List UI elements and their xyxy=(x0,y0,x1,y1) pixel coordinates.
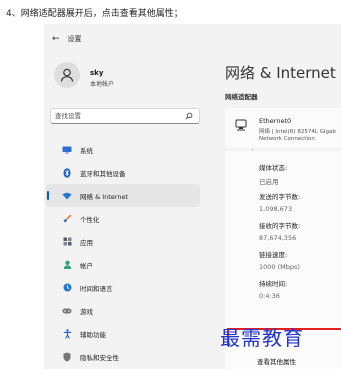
sidebar-item-label: 网络 & Internet xyxy=(80,192,129,201)
ethernet-icon xyxy=(235,119,247,131)
adapter-description: 网络 | Intel(R) 82574L Gigab xyxy=(259,129,336,135)
detail-label: 发送的字节数: xyxy=(259,193,301,201)
sidebar-item-label: 时间和语言 xyxy=(80,284,113,293)
section-heading: 网络适配器 xyxy=(225,93,258,101)
search-input[interactable] xyxy=(55,111,173,121)
avatar[interactable] xyxy=(54,62,80,88)
wifi-icon xyxy=(62,191,72,201)
sidebar-item-apps[interactable]: 应用 xyxy=(46,230,200,253)
bluetooth-icon xyxy=(62,167,72,178)
window-title: 设置 xyxy=(67,35,82,43)
sidebar-item-label: 蓝牙和其他设备 xyxy=(80,169,126,178)
watermark: 最需教育 xyxy=(220,326,304,350)
detail-label: 接收的字节数: xyxy=(259,222,301,230)
shield-icon xyxy=(62,352,72,362)
globe-clock-icon xyxy=(62,283,72,293)
back-arrow-icon[interactable]: ← xyxy=(52,34,60,44)
instruction-caption: 4、网络适配器展开后，点击查看其他属性； xyxy=(6,9,183,19)
detail-value: 已启用 xyxy=(259,178,279,186)
sidebar-item-label: 隐私和安全性 xyxy=(80,353,119,362)
user-icon xyxy=(60,68,74,82)
search-box[interactable] xyxy=(50,108,200,124)
sidebar-item-privacy[interactable]: 隐私和安全性 xyxy=(46,345,200,368)
apps-icon xyxy=(62,237,72,247)
sidebar-item-time-language[interactable]: 时间和语言 xyxy=(46,276,200,299)
sidebar-item-bluetooth[interactable]: 蓝牙和其他设备 xyxy=(46,161,200,184)
brush-icon xyxy=(62,214,72,224)
sidebar-item-system[interactable]: 系统 xyxy=(46,138,200,161)
adapter-card[interactable]: Ethernet0 网络 | Intel(R) 82574L Gigab Net… xyxy=(225,108,341,148)
detail-value: 0:4:36 xyxy=(259,292,280,300)
monitor-icon xyxy=(62,145,72,155)
sidebar-item-gaming[interactable]: 游戏 xyxy=(46,299,200,322)
adapter-name: Ethernet0 xyxy=(259,117,292,125)
detail-value: 1,098,673 xyxy=(259,205,293,213)
view-more-properties-link[interactable]: 查看其他属性 xyxy=(257,356,296,366)
sidebar-item-network[interactable]: 网络 & Internet xyxy=(46,184,200,207)
accessibility-icon xyxy=(62,328,72,339)
detail-label: 链接速度: xyxy=(259,251,288,259)
sidebar-item-accounts[interactable]: 帐户 xyxy=(46,253,200,276)
sidebar-item-label: 游戏 xyxy=(80,307,93,316)
person-icon xyxy=(62,260,72,270)
detail-value: 1000 (Mbps) xyxy=(259,263,300,271)
search-icon[interactable] xyxy=(185,112,193,120)
sidebar-item-personalization[interactable]: 个性化 xyxy=(46,207,200,230)
detail-label: 持续时间: xyxy=(259,280,288,288)
user-name: sky xyxy=(90,69,104,77)
account-type: 本地帐户 xyxy=(90,81,115,88)
title-bar: ← 设置 xyxy=(52,34,82,44)
sidebar-item-label: 系统 xyxy=(80,146,93,155)
detail-label: 媒体状态: xyxy=(259,164,288,172)
detail-value: 87,674,356 xyxy=(259,234,297,242)
adapter-description-cont: Network Connection xyxy=(259,136,315,142)
sidebar-nav: 系统 蓝牙和其他设备 网络 & Internet 个性化 应用 帐户 时间和语言 xyxy=(44,138,204,368)
page-title: 网络 & Internet xyxy=(225,64,336,82)
sidebar-item-label: 帐户 xyxy=(80,261,93,270)
sidebar-item-accessibility[interactable]: 辅助功能 xyxy=(46,322,200,345)
settings-window: ← 设置 sky 本地帐户 系统 蓝牙和其他设备 网络 & Internet 个… xyxy=(44,24,341,369)
game-icon xyxy=(62,306,72,316)
sidebar-item-label: 应用 xyxy=(80,238,93,247)
sidebar-item-label: 个性化 xyxy=(80,215,100,224)
sidebar-item-label: 辅助功能 xyxy=(80,330,106,339)
